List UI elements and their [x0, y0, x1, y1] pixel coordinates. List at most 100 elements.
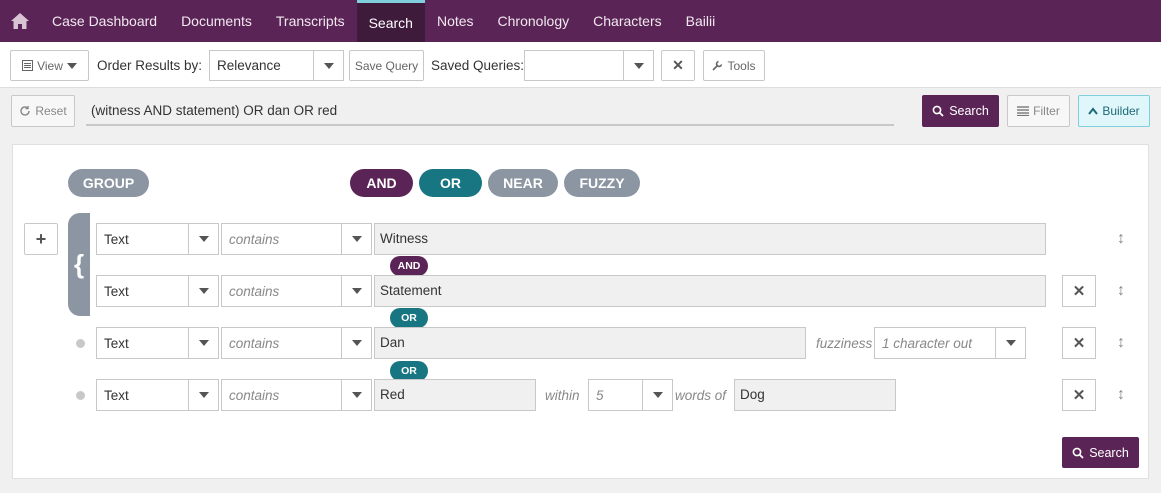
tools-label: Tools — [727, 58, 756, 73]
search-input[interactable]: (witness AND statement) OR dan OR red — [86, 95, 894, 126]
save-query-label: Save Query — [354, 58, 419, 73]
reset-label: Reset — [35, 104, 67, 118]
within-distance-select[interactable]: 5 — [588, 379, 673, 411]
tools-button[interactable]: Tools — [703, 50, 765, 81]
chevron-down-icon — [1005, 340, 1016, 346]
list-icon — [1017, 106, 1030, 116]
field-select[interactable]: Text — [96, 379, 219, 411]
term-input[interactable]: Statement — [374, 275, 1046, 307]
chevron-down-icon — [198, 340, 209, 346]
builder-label: Builder — [1102, 104, 1140, 118]
joiner-badge-and[interactable]: AND — [390, 256, 428, 276]
condition-select[interactable]: contains — [221, 379, 372, 411]
field-select[interactable]: Text — [96, 275, 219, 307]
nav-characters[interactable]: Characters — [581, 0, 673, 42]
within-label: within — [545, 388, 580, 403]
nav-chronology[interactable]: Chronology — [486, 0, 582, 42]
search-label: Search — [949, 104, 989, 118]
field-select[interactable]: Text — [96, 327, 219, 359]
close-icon: ✕ — [672, 57, 684, 73]
list-icon — [22, 60, 34, 71]
close-icon: ✕ — [1072, 387, 1086, 404]
drag-handle-icon[interactable]: ↕ — [1114, 282, 1128, 300]
view-button[interactable]: View — [10, 50, 89, 81]
condition-value: contains — [229, 283, 280, 299]
field-value: Text — [104, 387, 129, 403]
near-operator-button[interactable]: NEAR — [488, 169, 558, 197]
remove-rule-button[interactable]: ✕ — [1062, 379, 1096, 411]
search-icon — [932, 105, 944, 117]
nav-transcripts[interactable]: Transcripts — [264, 0, 357, 42]
filter-button[interactable]: Filter — [1007, 95, 1070, 127]
saved-queries-select[interactable] — [524, 50, 654, 81]
nav-documents[interactable]: Documents — [169, 0, 264, 42]
order-results-label: Order Results by: — [97, 58, 203, 73]
close-icon: ✕ — [1072, 335, 1086, 352]
field-value: Text — [104, 231, 129, 247]
reset-button[interactable]: Reset — [11, 95, 75, 127]
chevron-down-icon — [323, 62, 334, 69]
remove-rule-button[interactable]: ✕ — [1062, 327, 1096, 359]
nav-bailii[interactable]: Bailii — [674, 0, 728, 42]
nav-notes[interactable]: Notes — [425, 0, 486, 42]
nav-search[interactable]: Search — [356, 0, 425, 42]
condition-select[interactable]: contains — [221, 275, 372, 307]
rule-bullet — [76, 339, 85, 348]
toolbar: View Order Results by: Relevance Save Qu… — [0, 42, 1161, 88]
field-value: Text — [104, 335, 129, 351]
home-icon — [11, 13, 29, 29]
close-icon: ✕ — [1072, 283, 1086, 300]
chevron-down-icon — [198, 392, 209, 398]
condition-select[interactable]: contains — [221, 327, 372, 359]
rule-bullet — [76, 391, 85, 400]
term-input[interactable]: Red — [374, 379, 536, 411]
within-distance-value: 5 — [596, 387, 604, 403]
group-bracket[interactable]: { — [68, 213, 90, 316]
joiner-badge-or[interactable]: OR — [390, 361, 428, 381]
fuzziness-select[interactable]: 1 character out — [874, 327, 1026, 359]
plus-icon: + — [35, 228, 47, 249]
builder-button[interactable]: Builder — [1078, 95, 1150, 127]
condition-value: contains — [229, 335, 280, 351]
chevron-down-icon — [351, 236, 362, 242]
chevron-down-icon — [66, 62, 77, 69]
drag-handle-icon[interactable]: ↕ — [1114, 230, 1128, 248]
clear-saved-query-button[interactable]: ✕ — [661, 50, 695, 81]
chevron-down-icon — [351, 288, 362, 294]
words-of-label: words of — [675, 388, 727, 403]
and-operator-button[interactable]: AND — [350, 169, 413, 197]
saved-queries-label: Saved Queries: — [431, 58, 525, 73]
filter-label: Filter — [1033, 104, 1060, 118]
add-rule-button[interactable]: + — [24, 223, 58, 255]
drag-handle-icon[interactable]: ↕ — [1114, 334, 1128, 352]
field-select[interactable]: Text — [96, 223, 219, 255]
brace-icon: { — [73, 249, 85, 279]
chevron-down-icon — [351, 392, 362, 398]
nav-case-dashboard[interactable]: Case Dashboard — [40, 0, 169, 42]
fuzziness-value: 1 character out — [882, 335, 973, 351]
term-input[interactable]: Witness — [374, 223, 1046, 255]
chevron-down-icon — [652, 392, 663, 398]
drag-handle-icon[interactable]: ↕ — [1114, 386, 1128, 404]
home-button[interactable] — [0, 0, 40, 42]
save-query-button[interactable]: Save Query — [349, 50, 424, 81]
search-button[interactable]: Search — [922, 95, 999, 127]
fuzziness-label: fuzziness — [816, 336, 873, 351]
near-term-input[interactable]: Dog — [734, 379, 896, 411]
builder-search-button[interactable]: Search — [1062, 437, 1139, 468]
wrench-icon — [712, 60, 723, 71]
chevron-down-icon — [633, 62, 644, 69]
order-results-select[interactable]: Relevance — [209, 50, 344, 81]
group-button[interactable]: GROUP — [68, 169, 149, 197]
remove-rule-button[interactable]: ✕ — [1062, 275, 1096, 307]
or-operator-button[interactable]: OR — [419, 169, 482, 197]
term-input[interactable]: Dan — [374, 327, 806, 359]
condition-select[interactable]: contains — [221, 223, 372, 255]
joiner-badge-or[interactable]: OR — [390, 308, 428, 328]
fuzzy-operator-button[interactable]: FUZZY — [564, 169, 640, 197]
condition-value: contains — [229, 231, 280, 247]
order-results-value: Relevance — [217, 58, 281, 73]
chevron-down-icon — [198, 236, 209, 242]
field-value: Text — [104, 283, 129, 299]
top-navigation: Case Dashboard Documents Transcripts Sea… — [0, 0, 1161, 42]
